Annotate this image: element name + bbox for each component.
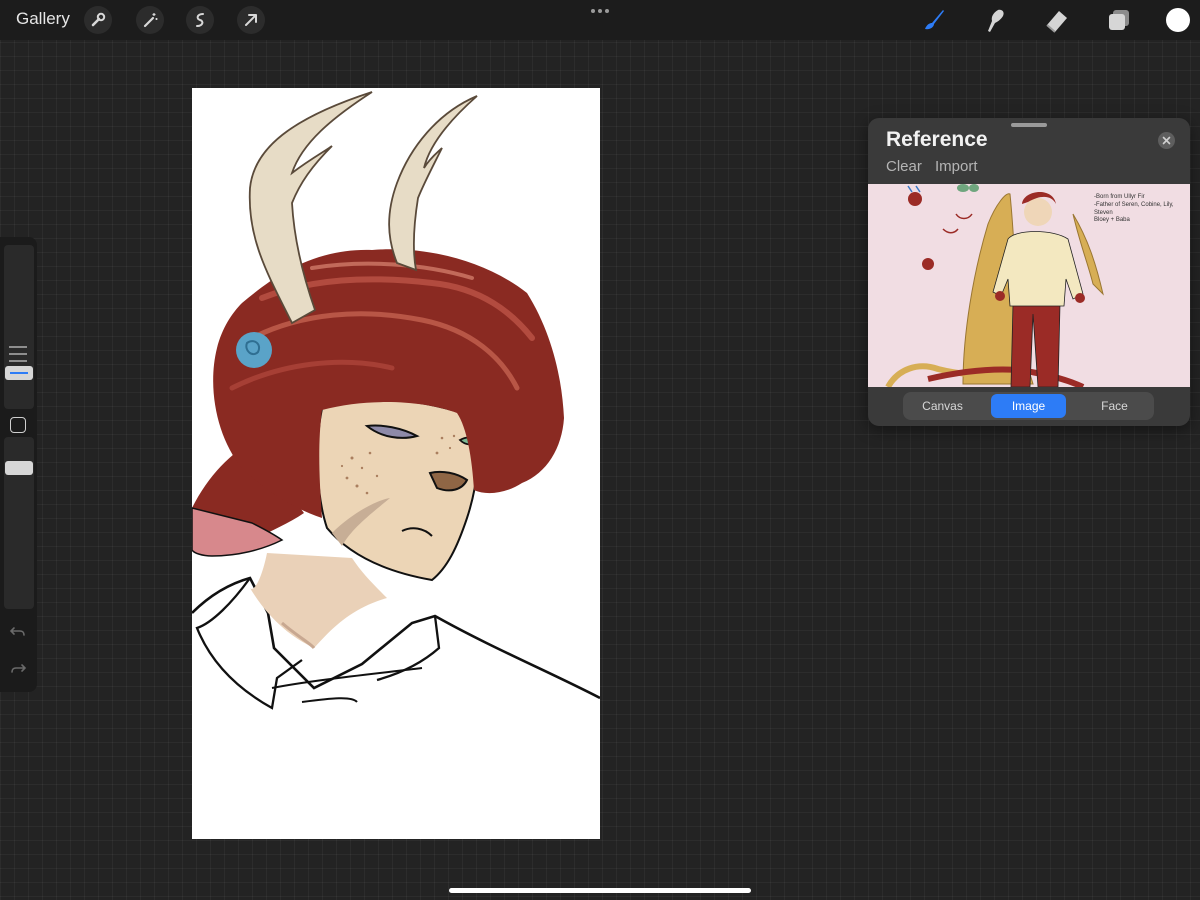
eraser-icon[interactable]: [1042, 5, 1072, 35]
clear-button[interactable]: Clear: [886, 158, 922, 175]
slider-tick: [9, 346, 27, 348]
slider-tick: [9, 360, 27, 362]
smudge-icon[interactable]: [980, 5, 1010, 35]
more-dots-icon[interactable]: [588, 2, 612, 25]
opacity-handle[interactable]: [5, 461, 33, 475]
close-icon[interactable]: [1158, 132, 1175, 149]
tab-image[interactable]: Image: [991, 394, 1066, 418]
magic-wand-icon[interactable]: [136, 6, 164, 34]
reference-panel: Reference Clear Import -Born from Ullyr …: [868, 118, 1190, 426]
color-swatch[interactable]: [1166, 8, 1190, 32]
slider-tick: [9, 353, 27, 355]
reference-image: -Born from Ullyr Fir -Father of Seren, C…: [868, 184, 1190, 387]
sidebar: [0, 237, 37, 692]
undo-icon[interactable]: [9, 625, 27, 639]
brush-icon[interactable]: [918, 5, 948, 35]
brush-size-slider[interactable]: [4, 245, 34, 409]
transform-arrow-icon[interactable]: [237, 6, 265, 34]
panel-grabber[interactable]: [1011, 123, 1047, 127]
active-line: [10, 372, 28, 374]
note-line: Bloey + Baba: [1094, 217, 1130, 224]
tab-canvas[interactable]: Canvas: [905, 394, 980, 418]
reference-title: Reference: [886, 128, 988, 151]
home-indicator[interactable]: [449, 888, 751, 893]
note-line: -Father of Seren, Cobine, Lily, Steven: [1094, 201, 1174, 216]
gallery-button[interactable]: Gallery: [16, 9, 70, 29]
selection-icon[interactable]: [186, 6, 214, 34]
redo-icon[interactable]: [9, 662, 27, 676]
tab-face[interactable]: Face: [1077, 394, 1152, 418]
wrench-icon[interactable]: [84, 6, 112, 34]
top-toolbar: Gallery: [0, 0, 1200, 40]
square-icon[interactable]: [10, 417, 26, 433]
reference-tabs: Canvas Image Face: [903, 392, 1154, 420]
note-line: -Born from Ullyr Fir: [1094, 194, 1145, 200]
artwork: [192, 91, 600, 710]
drawing-canvas[interactable]: [192, 88, 600, 839]
reference-notes: -Born from Ullyr Fir -Father of Seren, C…: [1094, 194, 1189, 225]
layers-icon[interactable]: [1104, 5, 1134, 35]
import-button[interactable]: Import: [935, 158, 978, 175]
brush-size-handle[interactable]: [5, 366, 33, 380]
